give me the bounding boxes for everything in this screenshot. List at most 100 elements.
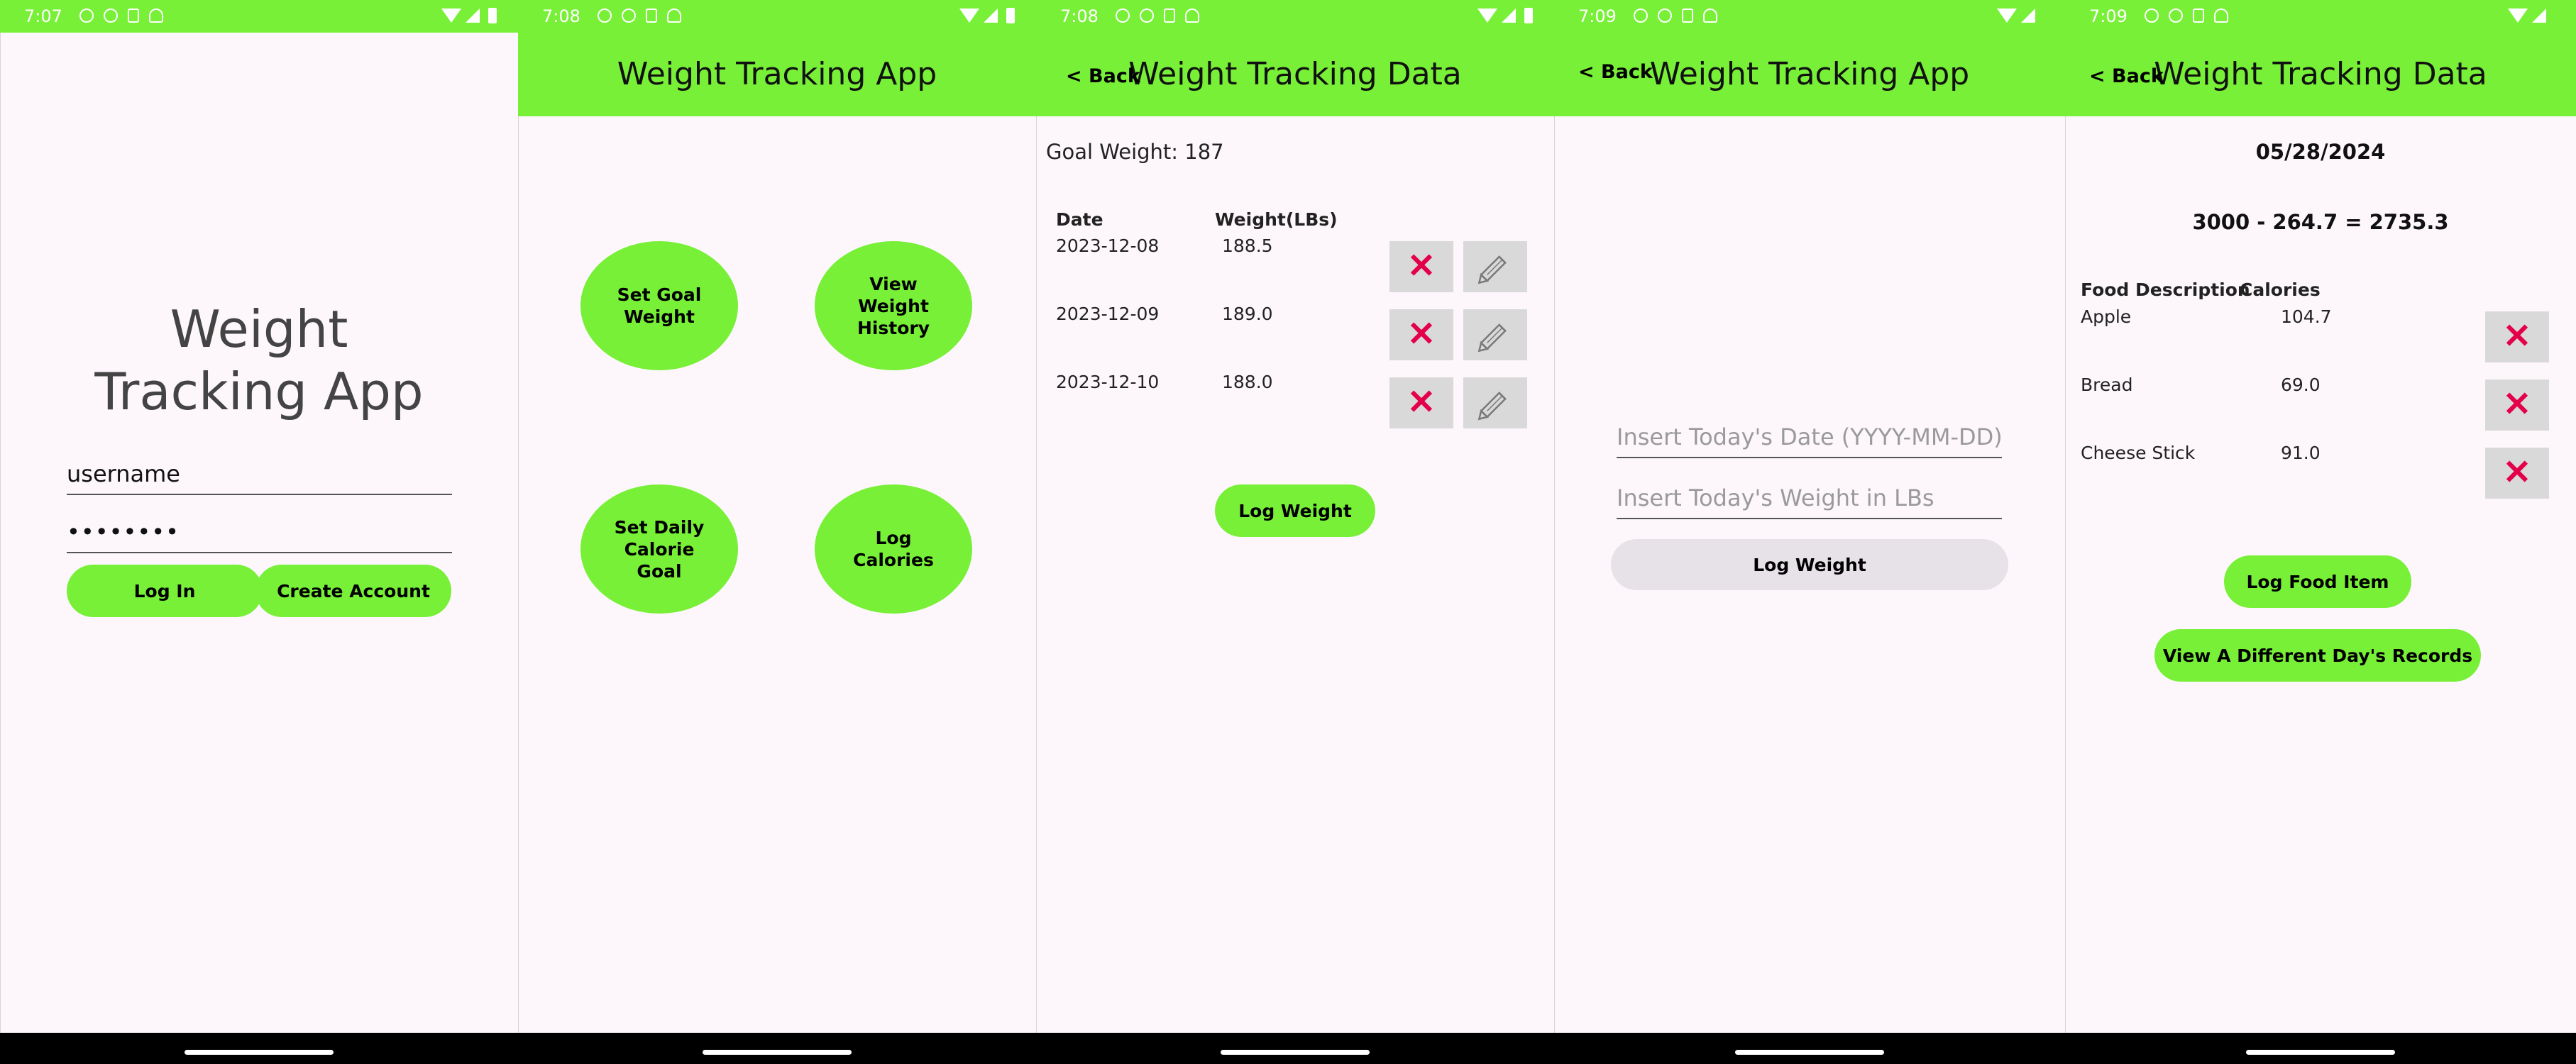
sim-icon — [1681, 9, 1693, 23]
signal-icon — [2021, 9, 2035, 23]
close-x-icon: ✕ — [2502, 386, 2532, 423]
nav-bar — [1554, 1033, 2065, 1064]
battery-icon — [1524, 8, 1533, 23]
back-button[interactable]: < Back — [2089, 65, 2164, 87]
sim-icon — [127, 9, 139, 23]
calorie-formula: 3000 - 264.7 = 2735.3 — [2192, 210, 2449, 234]
set-daily-calorie-goal-button[interactable]: Set Daily Calorie Goal — [580, 484, 738, 614]
status-time: 7:09 — [1578, 6, 1617, 26]
app-bar: Weight Tracking App < Back — [1554, 33, 2065, 116]
app-bar: Weight Tracking App — [518, 33, 1036, 116]
close-x-icon: ✕ — [2502, 318, 2532, 355]
weight-data-screen: 7:08 Weight Tracking Data < Back Goal We… — [1036, 0, 1554, 1064]
row-weight: 189.0 — [1222, 304, 1273, 324]
close-x-icon: ✕ — [1407, 316, 1436, 353]
wifi-icon — [2508, 9, 2528, 23]
battery-icon — [1006, 8, 1015, 23]
row-weight: 188.5 — [1222, 235, 1273, 256]
log-food-item-button[interactable]: Log Food Item — [2224, 555, 2411, 608]
set-goal-weight-button[interactable]: Set Goal Weight — [580, 241, 738, 370]
edit-button[interactable] — [1463, 377, 1527, 428]
pencil-icon — [1477, 255, 1507, 284]
pencil-icon — [1477, 323, 1507, 353]
signal-icon — [1502, 9, 1516, 23]
notification-icon — [2213, 9, 2228, 23]
signal-icon — [2532, 9, 2546, 23]
view-different-day-button[interactable]: View A Different Day's Records — [2154, 629, 2481, 682]
delete-button[interactable]: ✕ — [1389, 241, 1453, 292]
home-handle[interactable] — [1735, 1050, 1884, 1055]
delete-button[interactable]: ✕ — [2485, 311, 2549, 362]
row-date: 2023-12-08 — [1056, 235, 1160, 256]
delete-button[interactable]: ✕ — [1389, 309, 1453, 360]
close-x-icon: ✕ — [1407, 248, 1436, 285]
status-time: 7:08 — [1060, 6, 1099, 26]
view-weight-history-button[interactable]: View Weight History — [815, 241, 972, 370]
info-icon — [597, 9, 612, 23]
delete-button[interactable]: ✕ — [2485, 379, 2549, 431]
column-header-food: Food Description — [2081, 279, 2250, 300]
log-weight-button[interactable]: Log Weight — [1611, 539, 2008, 590]
row-date: 2023-12-10 — [1056, 372, 1160, 392]
row-calories: 69.0 — [2281, 375, 2321, 395]
status-bar: 7:07 — [0, 0, 518, 33]
info-icon — [1115, 9, 1130, 23]
log-weight-button[interactable]: Log Weight — [1215, 484, 1375, 537]
sim-icon — [645, 9, 657, 23]
notification-icon — [1184, 9, 1199, 23]
wifi-icon — [959, 9, 979, 23]
row-food: Cheese Stick — [2081, 443, 2196, 463]
column-header-calories: Calories — [2240, 279, 2321, 300]
home-handle[interactable] — [1221, 1050, 1370, 1055]
date-input[interactable] — [1617, 421, 2002, 458]
password-field[interactable] — [67, 516, 452, 553]
row-weight: 188.0 — [1222, 372, 1273, 392]
nav-bar — [2065, 1033, 2576, 1064]
row-calories: 91.0 — [2281, 443, 2321, 463]
signal-icon — [466, 9, 480, 23]
nav-bar — [1036, 1033, 1554, 1064]
edit-button[interactable] — [1463, 241, 1527, 292]
info-icon — [2144, 9, 2159, 23]
status-time: 7:07 — [24, 6, 62, 26]
record-date: 05/28/2024 — [2255, 140, 2386, 164]
back-button[interactable]: < Back — [1578, 61, 1653, 83]
column-header-date: Date — [1056, 209, 1103, 230]
status-bar: 7:08 — [1036, 0, 1554, 33]
sim-icon — [1163, 9, 1175, 23]
status-time: 7:09 — [2089, 6, 2128, 26]
app-title: Weight Tracking App — [94, 299, 424, 421]
app-bar: Weight Tracking Data < Back — [1036, 33, 1554, 116]
close-x-icon: ✕ — [1407, 384, 1436, 421]
shield-icon — [1657, 9, 1672, 23]
wifi-icon — [441, 9, 461, 23]
login-button[interactable]: Log In — [67, 565, 263, 617]
goal-weight-label: Goal Weight: 187 — [1046, 140, 1224, 164]
weight-input[interactable] — [1617, 482, 2002, 519]
app-bar: Weight Tracking Data < Back — [2065, 33, 2576, 116]
delete-button[interactable]: ✕ — [2485, 448, 2549, 499]
login-screen: 7:07 Weight Tracking App Log In Create A… — [0, 0, 518, 1064]
page-title: Weight Tracking App — [617, 56, 937, 92]
home-handle[interactable] — [185, 1050, 334, 1055]
notification-icon — [1702, 9, 1717, 23]
info-icon — [1633, 9, 1648, 23]
menu-screen: 7:08 Weight Tracking App Set Goal Weight… — [518, 0, 1036, 1064]
home-handle[interactable] — [703, 1050, 852, 1055]
status-bar: 7:09 — [1554, 0, 2065, 33]
food-data-screen: 7:09 Weight Tracking Data < Back 05/28/2… — [2065, 0, 2576, 1064]
username-field[interactable] — [67, 458, 452, 495]
close-x-icon: ✕ — [2502, 454, 2532, 492]
status-bar: 7:09 — [2065, 0, 2576, 33]
edit-button[interactable] — [1463, 309, 1527, 360]
home-handle[interactable] — [2246, 1050, 2395, 1055]
shield-icon — [2168, 9, 2183, 23]
create-account-button[interactable]: Create Account — [255, 565, 451, 617]
nav-bar — [0, 1033, 518, 1064]
notification-icon — [666, 9, 681, 23]
notification-icon — [148, 9, 163, 23]
row-food: Bread — [2081, 375, 2133, 395]
delete-button[interactable]: ✕ — [1389, 377, 1453, 428]
back-button[interactable]: < Back — [1066, 65, 1140, 87]
log-calories-button[interactable]: Log Calories — [815, 484, 972, 614]
